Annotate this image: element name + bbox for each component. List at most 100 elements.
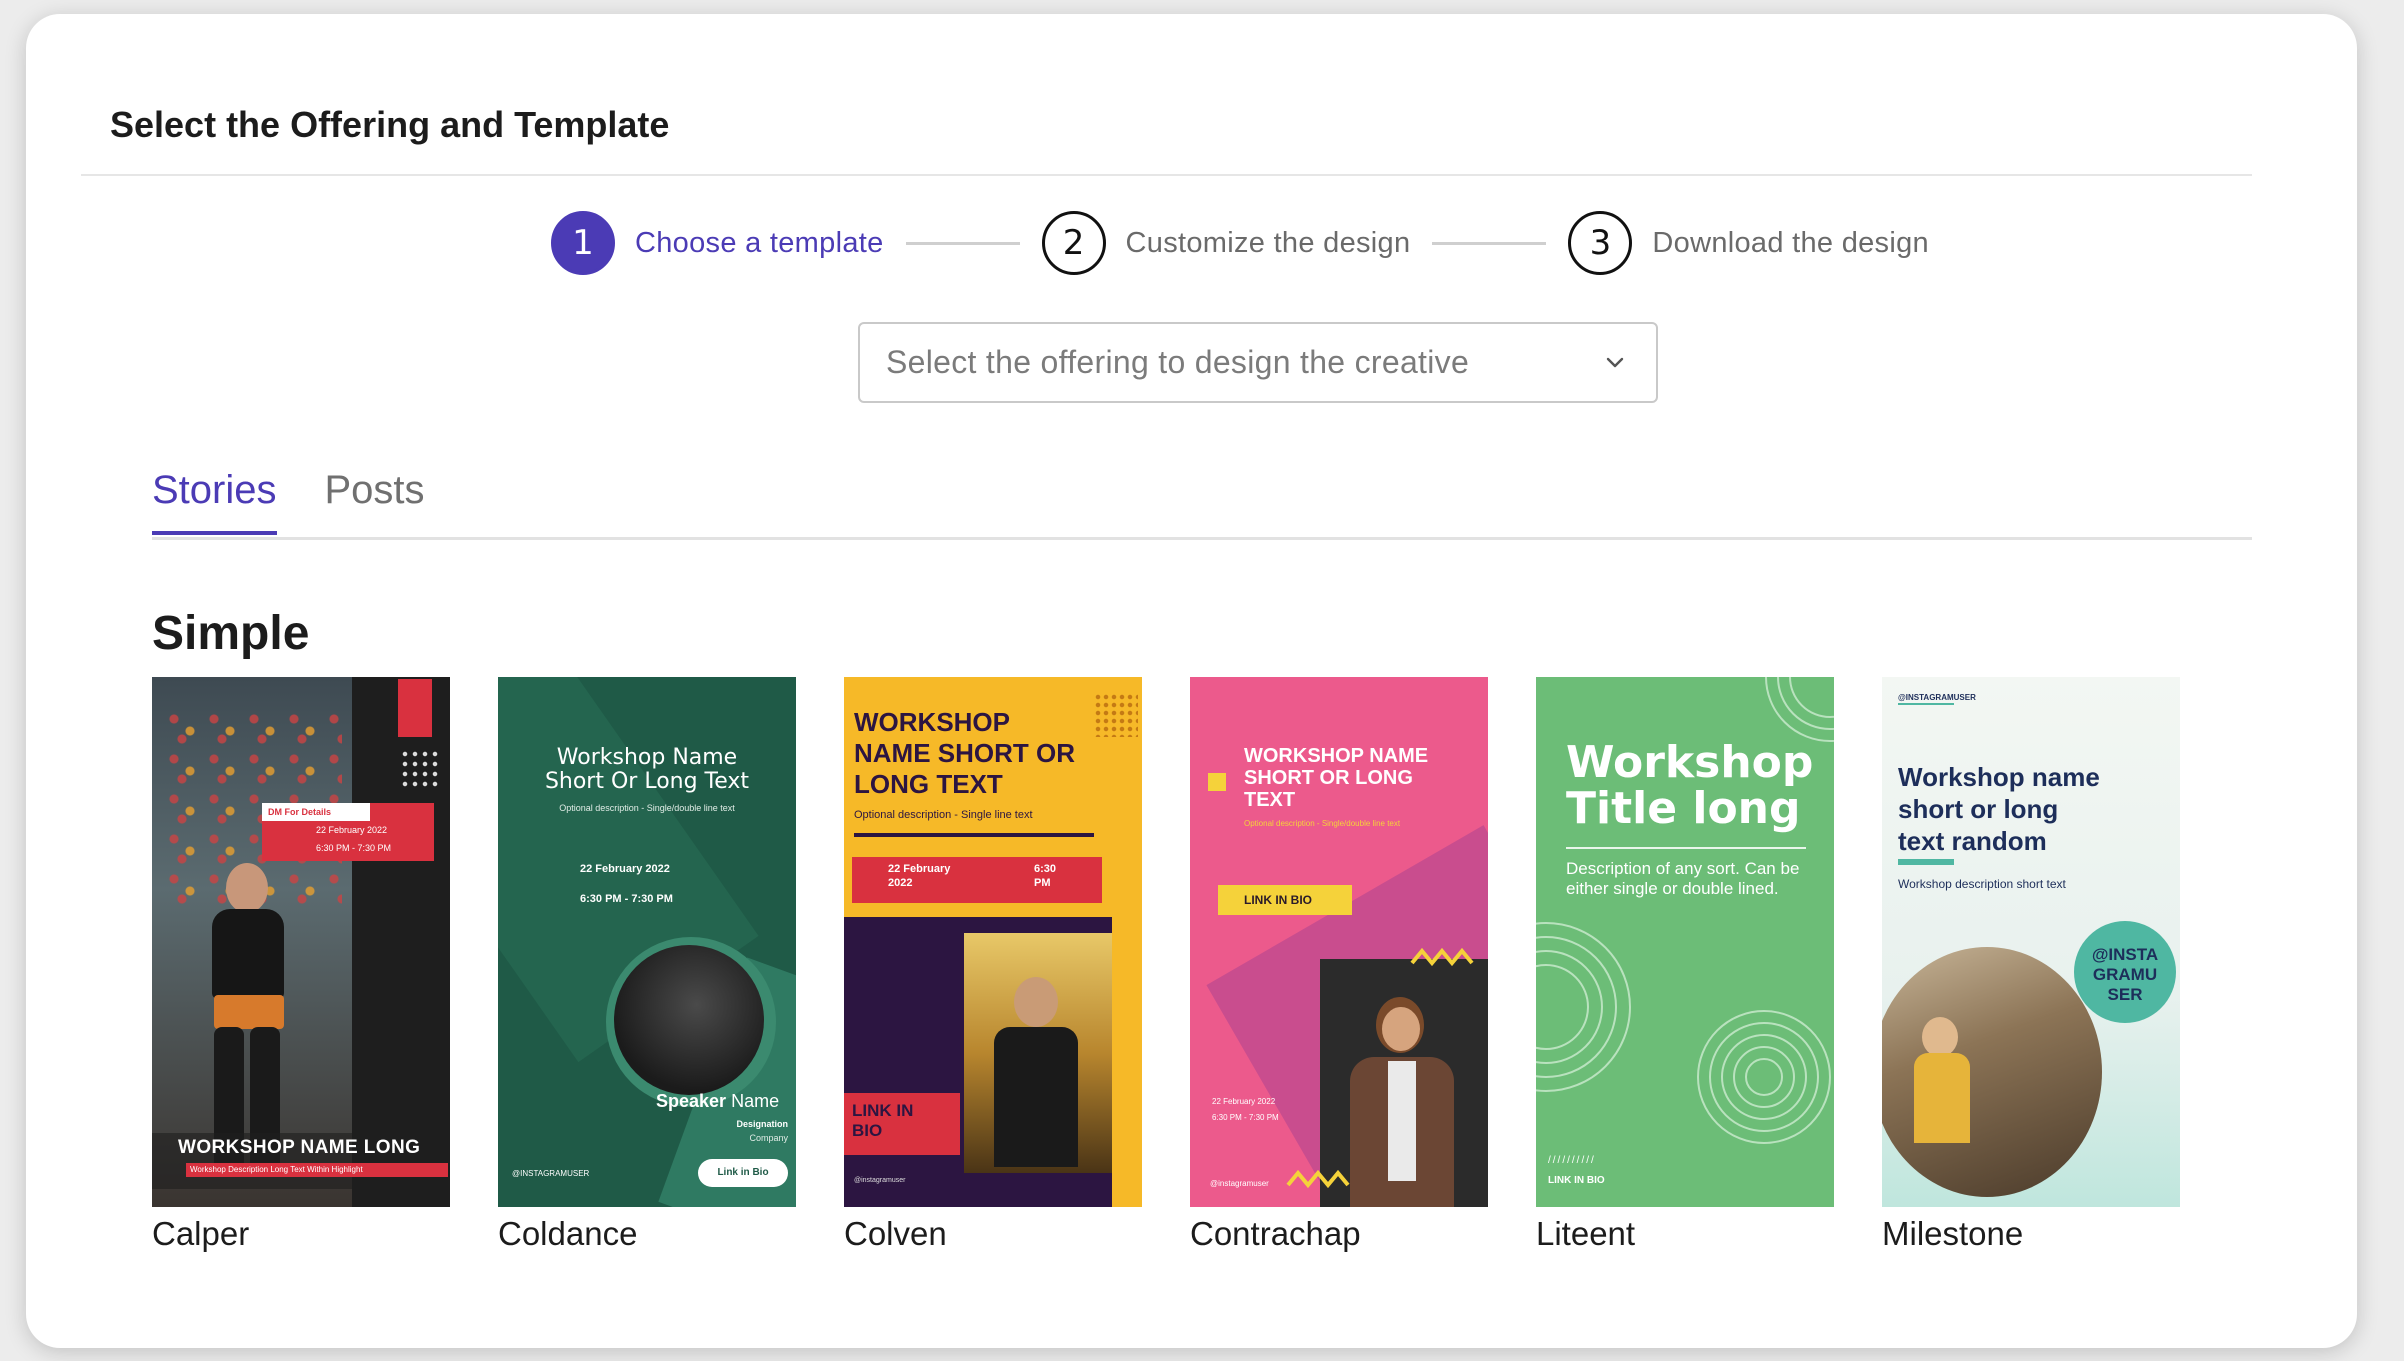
workshop-description: Optional description - Single/double lin… bbox=[559, 803, 735, 813]
concentric-circles-decoration bbox=[1697, 1010, 1831, 1144]
template-thumbnail[interactable]: @INSTAGRAMUSER Workshop name short or lo… bbox=[1882, 677, 2180, 1207]
instagram-handle: @instagramuser bbox=[854, 1177, 906, 1184]
instagram-handle-top: @INSTAGRAMUSER bbox=[1898, 693, 1976, 702]
red-accent-block bbox=[398, 679, 432, 737]
step-choose-template[interactable]: 1 Choose a template bbox=[551, 211, 884, 275]
link-in-bio-button: LINK IN BIO bbox=[1218, 885, 1352, 915]
event-time-line1: 6:30 bbox=[1034, 863, 1057, 875]
handle-underline bbox=[1898, 703, 1954, 705]
template-name: Milestone bbox=[1882, 1215, 2024, 1252]
person-face bbox=[1382, 1007, 1420, 1051]
yellow-square bbox=[1208, 773, 1226, 791]
template-thumbnail[interactable]: Workshop Title long Description of any s… bbox=[1536, 677, 1834, 1207]
workshop-subtitle: Workshop Description Long Text Within Hi… bbox=[186, 1163, 448, 1177]
person-top bbox=[212, 909, 284, 999]
event-date-line1: 22 February bbox=[888, 863, 951, 875]
tab-bar: Stories Posts bbox=[152, 468, 473, 535]
zigzag-decoration bbox=[1286, 1169, 1350, 1189]
speaker-name-text: Name bbox=[731, 1091, 780, 1111]
template-thumbnail[interactable]: WORKSHOP NAME SHORT OR LONG TEXT Optiona… bbox=[1190, 677, 1488, 1207]
speaker-designation: Designation bbox=[736, 1119, 788, 1129]
workshop-title-line3: TEXT bbox=[1244, 789, 1296, 811]
workshop-title-line1: WORKSHOP NAME bbox=[1244, 745, 1429, 767]
chevron-down-icon bbox=[1606, 357, 1624, 368]
template-thumbnail[interactable]: WORKSHOP NAME SHORT OR LONG TEXT Optiona… bbox=[844, 677, 1142, 1207]
workshop-title-line1: Workshop name bbox=[1898, 762, 2100, 792]
step-download-design[interactable]: 3 Download the design bbox=[1568, 211, 1929, 275]
template-card-coldance[interactable]: Workshop Name Short Or Long Text Optiona… bbox=[498, 677, 796, 1253]
template-thumbnail[interactable]: DM For Details 22 February 2022 6:30 PM … bbox=[152, 677, 450, 1207]
offering-select-placeholder: Select the offering to design the creati… bbox=[886, 344, 1470, 380]
workshop-description: Description of any sort. Can be either s… bbox=[1566, 859, 1800, 898]
step-label-2: Customize the design bbox=[1125, 226, 1411, 259]
speaker-label: Speaker bbox=[656, 1091, 727, 1111]
template-thumbnail[interactable]: Workshop Name Short Or Long Text Optiona… bbox=[498, 677, 796, 1207]
workshop-description: Optional description - Single line text bbox=[854, 809, 1033, 821]
tabs-divider bbox=[152, 537, 2252, 540]
template-name: Contrachap bbox=[1190, 1215, 1361, 1252]
workshop-title-line2: Title long bbox=[1566, 783, 1801, 834]
step-connector bbox=[1432, 241, 1547, 245]
event-date: 22 February 2022 bbox=[580, 863, 670, 875]
workshop-title-line2: SHORT OR LONG bbox=[1244, 767, 1413, 789]
speaker-suit bbox=[994, 1027, 1078, 1167]
template-card-milestone[interactable]: @INSTAGRAMUSER Workshop name short or lo… bbox=[1882, 677, 2180, 1253]
workshop-title-line2: short or long bbox=[1898, 794, 2059, 824]
step-label-3: Download the design bbox=[1652, 226, 1929, 259]
offering-select[interactable]: Select the offering to design the creati… bbox=[858, 322, 1658, 403]
event-time-line2: PM bbox=[1034, 877, 1051, 889]
template-card-liteent[interactable]: Workshop Title long Description of any s… bbox=[1536, 677, 1834, 1253]
workshop-title-line2: NAME SHORT OR bbox=[854, 738, 1075, 768]
event-date: 22 February 2022 bbox=[1212, 1097, 1276, 1106]
step-label-1: Choose a template bbox=[635, 226, 884, 259]
step-number-1: 1 bbox=[551, 211, 615, 275]
workshop-title-line1: Workshop bbox=[1566, 737, 1814, 788]
workshop-title-line1: Workshop Name bbox=[556, 745, 738, 770]
template-card-colven[interactable]: WORKSHOP NAME SHORT OR LONG TEXT Optiona… bbox=[844, 677, 1142, 1253]
tab-stories[interactable]: Stories bbox=[152, 468, 277, 535]
template-name: Calper bbox=[152, 1215, 250, 1252]
page-title: Select the Offering and Template bbox=[110, 104, 670, 145]
student-shirt bbox=[1914, 1053, 1970, 1143]
slash-decoration: ////////// bbox=[1548, 1155, 1596, 1166]
instagram-handle: @instagramuser bbox=[1210, 1179, 1269, 1188]
workshop-description: Optional description - Single/double lin… bbox=[1244, 819, 1401, 828]
title-underline bbox=[1566, 847, 1806, 849]
template-name: Liteent bbox=[1536, 1215, 1636, 1252]
tab-posts[interactable]: Posts bbox=[325, 468, 425, 535]
zigzag-decoration bbox=[1410, 947, 1474, 967]
workshop-title: WORKSHOP NAME LONG bbox=[178, 1137, 421, 1158]
template-card-calper[interactable]: DM For Details 22 February 2022 6:30 PM … bbox=[152, 677, 450, 1253]
template-name: Coldance bbox=[498, 1215, 638, 1252]
event-time: 6:30 PM - 7:30 PM bbox=[316, 843, 392, 853]
speaker-company: Company bbox=[749, 1133, 788, 1143]
dm-badge: DM For Details bbox=[262, 803, 370, 821]
step-number-3: 3 bbox=[1568, 211, 1633, 275]
speaker-head bbox=[1014, 977, 1058, 1027]
link-in-bio-button: Link in Bio bbox=[698, 1159, 788, 1187]
workshop-title-line2: Short Or Long Text bbox=[544, 769, 750, 794]
link-in-bio-line1: LINK IN bbox=[852, 1101, 914, 1120]
dot-grid-decoration bbox=[400, 749, 440, 789]
badge-line2: GRAMU bbox=[2092, 965, 2158, 984]
stepper: 1 Choose a template 2 Customize the desi… bbox=[551, 210, 1929, 276]
step-customize-design[interactable]: 2 Customize the design bbox=[1041, 211, 1411, 275]
template-name: Colven bbox=[844, 1215, 947, 1252]
title-underline bbox=[854, 833, 1094, 837]
event-time: 6:30 PM - 7:30 PM bbox=[580, 893, 673, 905]
badge-line3: SER bbox=[2107, 985, 2143, 1004]
student-head bbox=[1922, 1017, 1958, 1057]
step-connector bbox=[905, 241, 1020, 245]
event-time: 6:30 PM - 7:30 PM bbox=[1212, 1113, 1279, 1122]
section-title: Simple bbox=[152, 607, 310, 660]
workshop-title-line3: LONG TEXT bbox=[854, 769, 1003, 799]
person-harness bbox=[214, 995, 284, 1029]
workshop-description: Workshop description short text bbox=[1898, 877, 2066, 891]
person-shirt bbox=[1388, 1061, 1416, 1181]
concentric-circles-decoration bbox=[1536, 922, 1631, 1092]
person-head bbox=[226, 863, 268, 913]
speaker-photo bbox=[614, 945, 764, 1095]
speaker-name: Speaker Name bbox=[656, 1091, 779, 1112]
dot-grid-decoration bbox=[1094, 693, 1138, 737]
template-card-contrachap[interactable]: WORKSHOP NAME SHORT OR LONG TEXT Optiona… bbox=[1190, 677, 1488, 1253]
